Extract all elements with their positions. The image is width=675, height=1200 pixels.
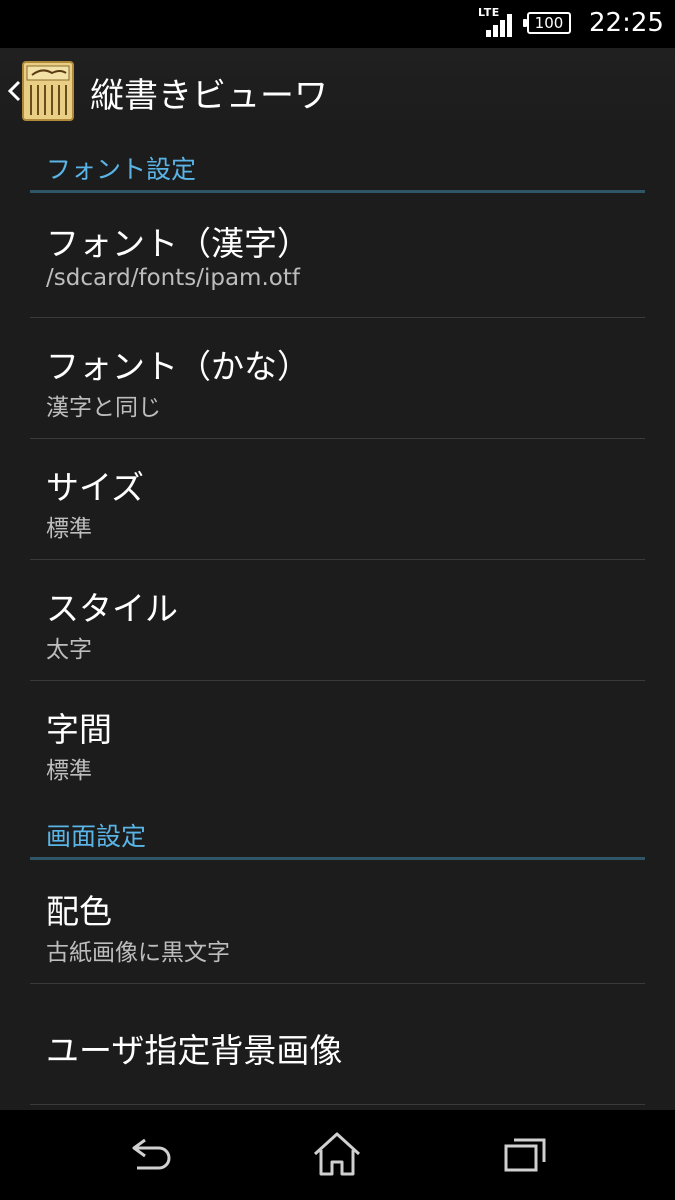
divider bbox=[30, 1104, 645, 1105]
category-screen-settings: 画面設定 bbox=[46, 822, 147, 851]
pref-color-scheme[interactable]: 配色 古紙画像に黒文字 bbox=[0, 861, 675, 983]
back-icon[interactable] bbox=[125, 1130, 177, 1178]
pref-style[interactable]: スタイル 太字 bbox=[0, 560, 675, 680]
pref-title: ユーザ指定背景画像 bbox=[46, 1031, 343, 1070]
status-bar: LTE 100 22:25 bbox=[0, 0, 675, 48]
category-font-settings: フォント設定 bbox=[46, 155, 197, 184]
pref-title: 配色 bbox=[46, 892, 112, 931]
home-icon[interactable] bbox=[311, 1130, 363, 1178]
pref-summary: 太字 bbox=[46, 637, 92, 663]
battery-icon: 100 bbox=[523, 12, 571, 34]
pref-size[interactable]: サイズ 標準 bbox=[0, 439, 675, 559]
recent-apps-icon[interactable] bbox=[500, 1130, 552, 1178]
category-divider bbox=[30, 857, 645, 860]
pref-title: フォント（漢字） bbox=[46, 224, 310, 263]
pref-title: フォント（かな） bbox=[46, 347, 310, 386]
page-title: 縦書きビューワ bbox=[90, 76, 328, 116]
battery-level: 100 bbox=[534, 14, 564, 32]
pref-title: サイズ bbox=[46, 468, 145, 507]
clock: 22:25 bbox=[589, 8, 664, 38]
pref-title: スタイル bbox=[46, 589, 178, 628]
pref-summary: /sdcard/fonts/ipam.otf bbox=[46, 265, 300, 291]
pref-font-kanji[interactable]: フォント（漢字） /sdcard/fonts/ipam.otf bbox=[0, 195, 675, 317]
pref-font-kana[interactable]: フォント（かな） 漢字と同じ bbox=[0, 318, 675, 438]
pref-user-background-image[interactable]: ユーザ指定背景画像 bbox=[0, 984, 675, 1104]
pref-summary: 古紙画像に黒文字 bbox=[46, 940, 230, 966]
pref-summary: 標準 bbox=[46, 758, 92, 784]
pref-title: 字間 bbox=[46, 710, 112, 749]
category-divider bbox=[30, 190, 645, 193]
pref-char-spacing[interactable]: 字間 標準 bbox=[0, 681, 675, 801]
pref-summary: 漢字と同じ bbox=[46, 395, 161, 421]
app-logo-icon[interactable] bbox=[22, 61, 74, 121]
signal-icon bbox=[486, 14, 512, 37]
pref-summary: 標準 bbox=[46, 516, 92, 542]
